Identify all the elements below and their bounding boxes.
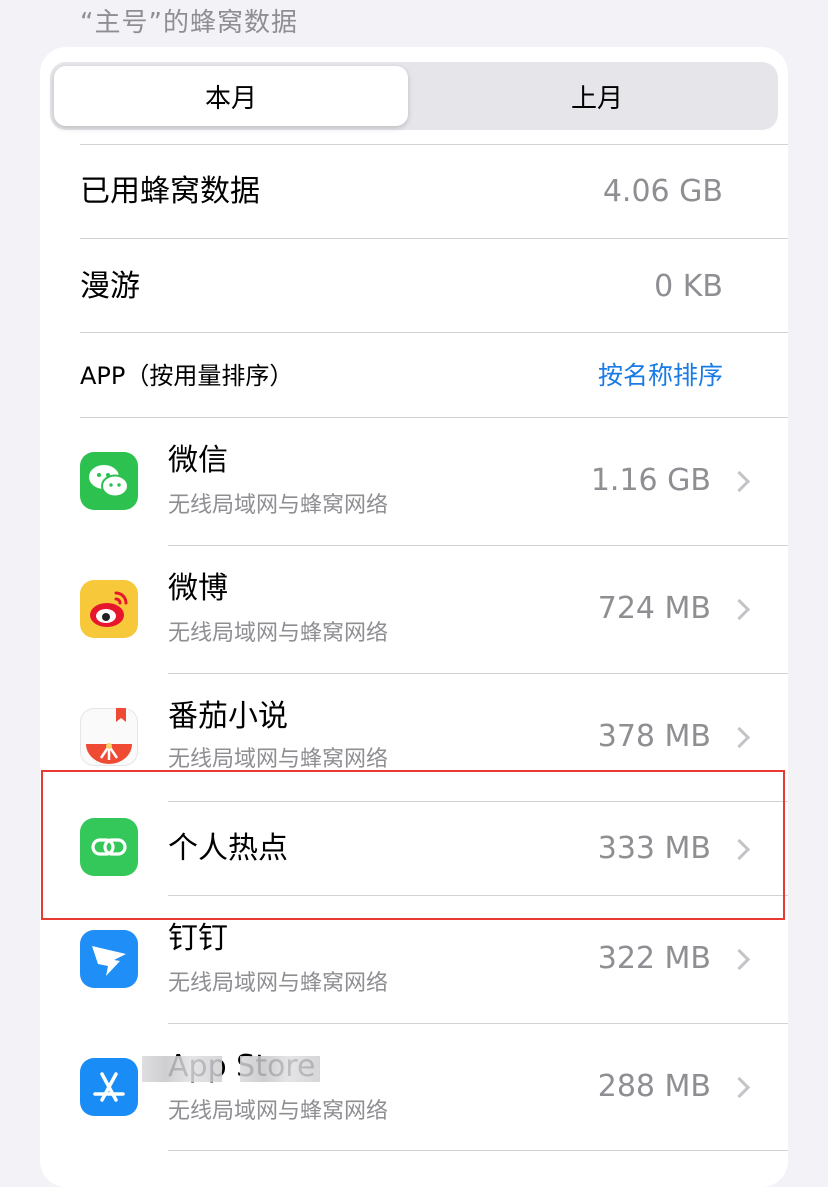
app-usage: 322 MB <box>597 941 711 976</box>
app-network-type: 无线局域网与蜂窝网络 <box>168 621 389 646</box>
sort-by-name-link[interactable]: 按名称排序 <box>598 358 723 394</box>
fanqie-icon <box>80 708 138 766</box>
app-usage: 378 MB <box>597 719 711 754</box>
divider <box>80 144 788 145</box>
app-name: 番茄小说 <box>168 699 288 734</box>
wechat-icon <box>80 452 138 510</box>
redaction-blur <box>142 1056 222 1082</box>
used-data-label: 已用蜂窝数据 <box>80 174 260 209</box>
weibo-icon <box>80 580 138 638</box>
highlight-annotation-box <box>41 770 785 920</box>
section-header: “主号”的蜂窝数据 <box>80 8 298 38</box>
apps-section-title: APP（按用量排序） <box>80 362 294 390</box>
divider <box>80 332 788 333</box>
appstore-icon <box>80 1058 138 1116</box>
app-name: 微信 <box>168 443 228 478</box>
app-usage: 724 MB <box>597 591 711 626</box>
divider <box>168 1150 788 1151</box>
app-network-type: 无线局域网与蜂窝网络 <box>168 1099 389 1124</box>
app-network-type: 无线局域网与蜂窝网络 <box>168 493 389 518</box>
divider <box>80 238 788 239</box>
roaming-label: 漫游 <box>80 269 140 304</box>
dingtalk-icon <box>80 930 138 988</box>
divider <box>168 673 788 674</box>
app-network-type: 无线局域网与蜂窝网络 <box>168 971 389 996</box>
segment-last-month[interactable]: 上月 <box>420 66 774 126</box>
app-name: 微博 <box>168 571 228 606</box>
app-usage: 288 MB <box>597 1069 711 1104</box>
used-data-value: 4.06 GB <box>602 174 723 209</box>
roaming-value: 0 KB <box>654 269 723 304</box>
app-name: 钉钉 <box>168 921 228 956</box>
app-usage: 1.16 GB <box>590 463 711 498</box>
divider <box>80 417 788 418</box>
divider <box>168 545 788 546</box>
segment-this-month[interactable]: 本月 <box>54 66 408 126</box>
divider <box>168 1023 788 1024</box>
redaction-blur <box>240 1056 320 1082</box>
period-segmented-control: 本月 上月 <box>50 62 778 130</box>
